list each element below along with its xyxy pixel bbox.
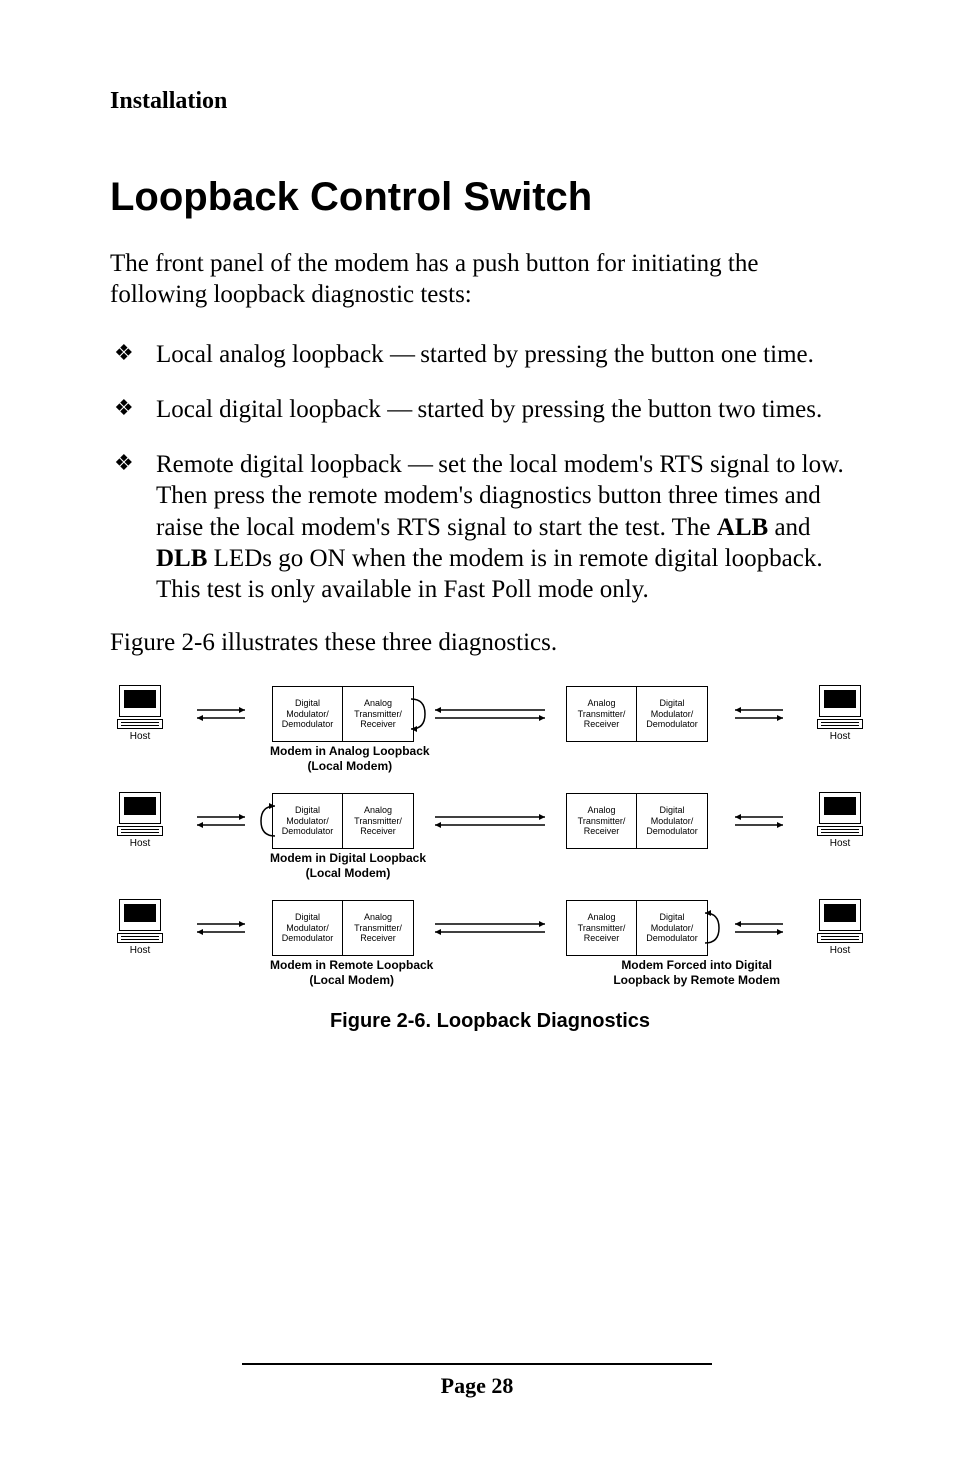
host-label: Host: [830, 945, 851, 956]
analog-cell: Analog Transmitter/ Receiver: [343, 687, 413, 741]
em-dash: —: [387, 396, 411, 423]
modem-box: Analog Transmitter/ Receiver Digital Mod…: [566, 793, 708, 849]
intro-paragraph: The front panel of the modem has a push …: [110, 248, 844, 311]
keyboard-icon: [817, 826, 863, 836]
digital-cell: Digital Modulator/ Demodulator: [637, 901, 707, 955]
digital-cell: Digital Modulator/ Demodulator: [637, 794, 707, 848]
bullet-text-pre: Remote digital loopback: [156, 451, 408, 478]
digital-cell: Digital Modulator/ Demodulator: [637, 687, 707, 741]
double-arrow-icon: [729, 916, 789, 940]
keyboard-icon: [117, 719, 163, 729]
bold-dlb: DLB: [156, 545, 207, 572]
figure-reference: Figure 2-6 illustrates these three diagn…: [110, 629, 844, 657]
monitor-icon: [119, 792, 161, 824]
diagram-remote-loopback: Host Digital Modulator/ Demodulator Anal…: [110, 899, 870, 956]
bullet-text-post2: LEDs go ON when the modem is in remote d…: [156, 545, 823, 603]
loop-arrow-icon: [701, 907, 721, 949]
keyboard-icon: [117, 933, 163, 943]
bullet-item: Remote digital loopback — set the local …: [110, 449, 844, 605]
modem-box: Digital Modulator/ Demodulator Analog Tr…: [272, 900, 414, 956]
keyboard-icon: [817, 933, 863, 943]
double-arrow-icon: [191, 916, 251, 940]
bullet-text-pre: Local digital loopback: [156, 396, 387, 423]
loop-arrow-icon: [407, 693, 427, 735]
host-icon: Host: [810, 792, 870, 849]
bullet-text-post: started by pressing the button two times…: [411, 396, 822, 423]
bullet-text-pre: Local analog loopback: [156, 341, 390, 368]
link-line: [435, 702, 545, 726]
host-icon: Host: [110, 685, 170, 742]
loop-arrow-icon: [259, 800, 279, 842]
diagram-caption: Modem in Digital Loopback (Local Modem): [270, 851, 426, 881]
analog-cell: Analog Transmitter/ Receiver: [567, 687, 637, 741]
digital-cell: Digital Modulator/ Demodulator: [273, 794, 343, 848]
bold-alb: ALB: [717, 514, 768, 541]
diagram-caption: Modem in Analog Loopback (Local Modem): [270, 744, 430, 774]
host-label: Host: [830, 731, 851, 742]
analog-cell: Analog Transmitter/ Receiver: [567, 901, 637, 955]
diagram-caption: Modem Forced into Digital Loopback by Re…: [613, 958, 780, 988]
double-arrow-icon: [191, 702, 251, 726]
analog-cell: Analog Transmitter/ Receiver: [567, 794, 637, 848]
page-number: Page 28: [110, 1373, 844, 1399]
modem-box: Analog Transmitter/ Receiver Digital Mod…: [566, 686, 708, 742]
host-label: Host: [130, 945, 151, 956]
link-line: [435, 916, 545, 940]
page-footer: Page 28: [110, 1363, 844, 1399]
footer-rule: [242, 1363, 712, 1365]
running-head: Installation: [110, 88, 844, 115]
monitor-icon: [819, 685, 861, 717]
bullet-item: Local digital loopback — started by pres…: [110, 394, 844, 425]
monitor-icon: [819, 792, 861, 824]
link-line: [435, 809, 545, 833]
figure-caption: Figure 2-6. Loopback Diagnostics: [110, 1010, 870, 1033]
modem-box: Digital Modulator/ Demodulator Analog Tr…: [272, 793, 414, 849]
diagram-analog-loopback: Host Digital Modulator/ Demodulator Anal…: [110, 685, 870, 742]
modem-box: Analog Transmitter/ Receiver Digital Mod…: [566, 900, 708, 956]
digital-cell: Digital Modulator/ Demodulator: [273, 901, 343, 955]
host-icon: Host: [110, 792, 170, 849]
host-label: Host: [830, 838, 851, 849]
analog-cell: Analog Transmitter/ Receiver: [343, 901, 413, 955]
host-label: Host: [130, 838, 151, 849]
digital-cell: Digital Modulator/ Demodulator: [273, 687, 343, 741]
keyboard-icon: [117, 826, 163, 836]
em-dash: —: [390, 341, 414, 368]
host-icon: Host: [810, 685, 870, 742]
host-label: Host: [130, 731, 151, 742]
figure-2-6: Host Digital Modulator/ Demodulator Anal…: [110, 685, 870, 1033]
monitor-icon: [119, 685, 161, 717]
monitor-icon: [819, 899, 861, 931]
keyboard-icon: [817, 719, 863, 729]
analog-cell: Analog Transmitter/ Receiver: [343, 794, 413, 848]
diagram-caption: Modem in Remote Loopback (Local Modem): [270, 958, 433, 988]
bullet-text-mid: and: [768, 514, 810, 541]
host-icon: Host: [810, 899, 870, 956]
double-arrow-icon: [729, 702, 789, 726]
double-arrow-icon: [729, 809, 789, 833]
host-icon: Host: [110, 899, 170, 956]
bullet-list: Local analog loopback — started by press…: [110, 339, 844, 606]
bullet-item: Local analog loopback — started by press…: [110, 339, 844, 370]
monitor-icon: [119, 899, 161, 931]
diagram-digital-loopback: Host Digital Modulator/ Demodulator Anal…: [110, 792, 870, 849]
em-dash: —: [408, 451, 432, 478]
double-arrow-icon: [191, 809, 251, 833]
bullet-text-post: started by pressing the button one time.: [414, 341, 814, 368]
page-title: Loopback Control Switch: [110, 175, 844, 220]
modem-box: Digital Modulator/ Demodulator Analog Tr…: [272, 686, 414, 742]
